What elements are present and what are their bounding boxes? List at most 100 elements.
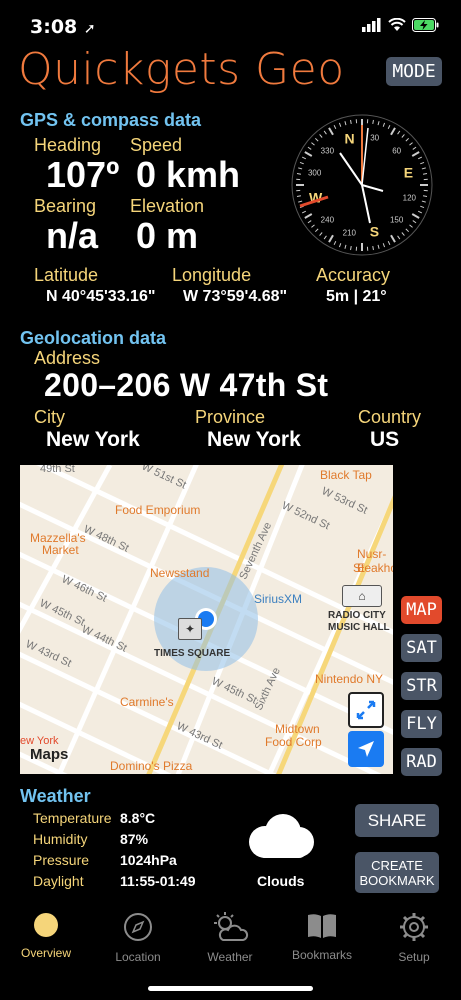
elevation-label: Elevation <box>130 196 205 216</box>
speed-label: Speed <box>130 135 183 155</box>
map-label-newsstand: Newsstand <box>150 566 210 580</box>
map-label-blacktap: Black Tap <box>320 468 372 482</box>
compass-number-120: 120 <box>403 194 417 203</box>
map-label-market: Market <box>42 543 79 557</box>
map-label-midtown: Midtown <box>275 722 320 736</box>
geo-section-title: Geolocation data <box>20 328 167 348</box>
compass-tick <box>350 245 352 251</box>
location-arrow-icon: ➚ <box>83 21 96 37</box>
address-value: 200–206 W 47th St <box>44 367 329 403</box>
speed-value: 0 kmh <box>136 154 241 195</box>
map-type-buttons: MAP SAT STR FLY RAD <box>401 596 442 776</box>
cloud-icon <box>249 814 314 858</box>
create-bookmark-line-2: BOOKMARK <box>359 872 435 888</box>
elevation-value: 0 m <box>136 215 199 256</box>
daylight-label: Daylight <box>33 873 84 889</box>
compass-number-150: 150 <box>390 216 404 225</box>
weather-condition: Clouds <box>257 873 305 889</box>
accuracy-value: 5m | 21° <box>326 288 387 305</box>
compass-tick <box>350 119 352 125</box>
tab-location[interactable]: Location <box>92 912 184 964</box>
heading-label: Heading <box>34 135 102 155</box>
expand-map-button[interactable] <box>348 692 384 728</box>
compass-letter-e: E <box>404 165 413 181</box>
map-label-music-hall: MUSIC HALL <box>328 622 390 633</box>
humidity-value: 87% <box>120 831 149 847</box>
country-label: Country <box>358 407 422 427</box>
tab-bookmarks-label: Bookmarks <box>291 948 353 962</box>
radio-city-landmark-icon: ⌂ <box>342 585 382 607</box>
city-value: New York <box>46 428 140 451</box>
compass-tick <box>296 195 302 197</box>
home-indicator <box>148 986 313 991</box>
battery-charging-icon <box>412 18 439 32</box>
map-label-dominos: Domino's Pizza <box>110 759 193 773</box>
compass-tick <box>372 119 374 125</box>
status-icons <box>362 18 439 32</box>
tab-setup[interactable]: Setup <box>368 912 460 964</box>
compass-tick <box>422 195 428 197</box>
compass-letter-s: S <box>370 223 379 239</box>
compass-icon <box>124 913 152 941</box>
mode-button[interactable]: MODE <box>386 57 442 86</box>
tab-location-label: Location <box>115 950 161 964</box>
tab-overview-label: Overview <box>20 946 71 960</box>
compass-number-210: 210 <box>343 228 357 237</box>
map-label-nintendo: Nintendo NY <box>315 672 384 686</box>
map-type-rad-button[interactable]: RAD <box>401 748 442 776</box>
temperature-label: Temperature <box>33 810 112 826</box>
book-icon <box>308 914 336 938</box>
map-type-fly-button[interactable]: FLY <box>401 710 442 738</box>
locate-me-button[interactable] <box>348 731 384 767</box>
tab-setup-label: Setup <box>398 950 430 964</box>
create-bookmark-line-1: CREATE <box>371 857 423 873</box>
map-label-w49: 49th St <box>40 465 75 475</box>
bearing-label: Bearing <box>34 196 97 216</box>
compass-number-300: 300 <box>308 168 322 177</box>
apple-maps-logo: Maps <box>30 746 69 763</box>
partly-cloudy-icon <box>214 912 249 941</box>
tab-weather[interactable]: Weather <box>184 912 276 964</box>
bearing-value: n/a <box>46 215 99 256</box>
weather-section-title: Weather <box>20 786 91 806</box>
map-label-carmines: Carmine's <box>120 695 174 709</box>
signal-icon <box>362 18 381 32</box>
heading-value: 107º <box>46 154 120 195</box>
humidity-label: Humidity <box>33 831 88 847</box>
country-value: US <box>370 428 400 451</box>
compass-letter-n: N <box>345 131 355 147</box>
map-view[interactable]: 49th St W 51st St Black Tap W 53rd St W … <box>20 465 393 774</box>
latitude-value: N 40°45'33.16" <box>46 288 156 305</box>
compass-tick <box>422 173 428 175</box>
wifi-icon <box>388 18 406 31</box>
temperature-value: 8.8°C <box>120 810 156 826</box>
daylight-value: 11:55-01:49 <box>120 873 196 889</box>
compass-tick <box>372 245 374 251</box>
latitude-label: Latitude <box>34 265 99 285</box>
map-type-map-button[interactable]: MAP <box>401 596 442 624</box>
map-label-radio-city: RADIO CITY <box>328 610 386 621</box>
share-button[interactable]: SHARE <box>355 804 439 837</box>
compass-number-60: 60 <box>392 146 401 155</box>
map-label-food-emporium: Food Emporium <box>115 503 201 517</box>
compass-number-30: 30 <box>370 134 379 143</box>
province-label: Province <box>195 407 266 427</box>
longitude-label: Longitude <box>172 265 252 285</box>
gear-icon <box>400 913 428 941</box>
app-title: Quickgets Geo <box>18 44 345 95</box>
map-label-steakhouse: Steakhou <box>353 561 393 575</box>
map-type-str-button[interactable]: STR <box>401 672 442 700</box>
gps-section-title: GPS & compass data <box>20 110 202 130</box>
map-type-sat-button[interactable]: SAT <box>401 634 442 662</box>
create-bookmark-button[interactable]: CREATE BOOKMARK <box>355 852 439 893</box>
tab-weather-label: Weather <box>207 950 253 964</box>
tab-bookmarks[interactable]: Bookmarks <box>276 912 368 962</box>
pressure-value: 1024hPa <box>120 852 177 868</box>
compass-number-330: 330 <box>321 146 335 155</box>
map-label-siriusxm: SiriusXM <box>254 592 303 606</box>
compass-number-240: 240 <box>321 216 335 225</box>
accuracy-label: Accuracy <box>316 265 391 285</box>
times-square-landmark-icon: ✦ <box>178 618 202 640</box>
tab-overview[interactable]: Overview <box>0 912 92 960</box>
pressure-label: Pressure <box>33 852 90 868</box>
